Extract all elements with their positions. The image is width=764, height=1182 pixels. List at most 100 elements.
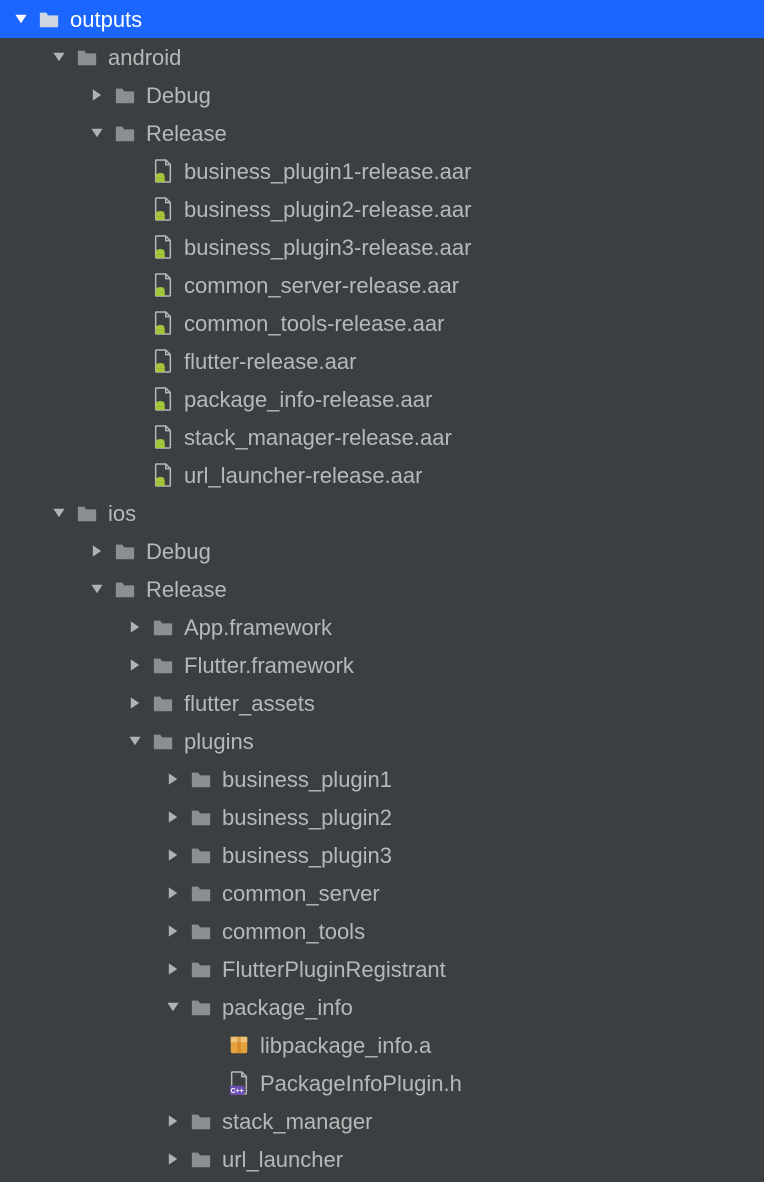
tree-row-stack-manager[interactable]: stack_manager (0, 1102, 764, 1140)
android-archive-icon (150, 424, 176, 450)
chevron-right-icon[interactable] (126, 656, 144, 674)
chevron-right-icon[interactable] (164, 960, 182, 978)
tree-row-flutterpluginregistrant[interactable]: FlutterPluginRegistrant (0, 950, 764, 988)
folder-icon (74, 500, 100, 526)
chevron-right-icon[interactable] (126, 694, 144, 712)
tree-row-business-plugin1-release-aar[interactable]: business_plugin1-release.aar (0, 152, 764, 190)
tree-row-common-server-release-aar[interactable]: common_server-release.aar (0, 266, 764, 304)
tree-row-flutter-framework[interactable]: Flutter.framework (0, 646, 764, 684)
tree-row-packageinfoplugin-h[interactable]: C++ PackageInfoPlugin.h (0, 1064, 764, 1102)
folder-icon (188, 766, 214, 792)
folder-icon (188, 880, 214, 906)
tree-node-label: business_plugin1 (222, 766, 392, 793)
android-archive-icon (150, 310, 176, 336)
tree-node-label: url_launcher-release.aar (184, 462, 422, 489)
chevron-right-icon[interactable] (164, 846, 182, 864)
android-archive-icon (150, 386, 176, 412)
tree-node-label: android (108, 44, 181, 71)
tree-row-debug[interactable]: Debug (0, 76, 764, 114)
folder-icon (188, 1108, 214, 1134)
tree-node-label: business_plugin2-release.aar (184, 196, 471, 223)
folder-icon (112, 120, 138, 146)
chevron-right-icon[interactable] (164, 808, 182, 826)
chevron-right-icon[interactable] (88, 86, 106, 104)
tree-row-url-launcher-release-aar[interactable]: url_launcher-release.aar (0, 456, 764, 494)
tree-node-label: Release (146, 576, 227, 603)
tree-node-label: flutter-release.aar (184, 348, 356, 375)
chevron-right-icon[interactable] (164, 1150, 182, 1168)
tree-row-package-info-release-aar[interactable]: package_info-release.aar (0, 380, 764, 418)
tree-row-business-plugin1[interactable]: business_plugin1 (0, 760, 764, 798)
tree-node-label: Debug (146, 82, 211, 109)
svg-text:C++: C++ (231, 1088, 244, 1095)
tree-node-label: business_plugin3-release.aar (184, 234, 471, 261)
chevron-down-icon[interactable] (88, 580, 106, 598)
tree-row-business-plugin2[interactable]: business_plugin2 (0, 798, 764, 836)
tree-node-label: stack_manager-release.aar (184, 424, 452, 451)
tree-node-label: plugins (184, 728, 254, 755)
tree-node-label: Debug (146, 538, 211, 565)
tree-row-common-tools-release-aar[interactable]: common_tools-release.aar (0, 304, 764, 342)
folder-icon (74, 44, 100, 70)
tree-row-flutter-assets[interactable]: flutter_assets (0, 684, 764, 722)
folder-icon (188, 994, 214, 1020)
tree-row-business-plugin3-release-aar[interactable]: business_plugin3-release.aar (0, 228, 764, 266)
tree-row-debug[interactable]: Debug (0, 532, 764, 570)
folder-icon (188, 804, 214, 830)
chevron-right-icon[interactable] (126, 618, 144, 636)
tree-node-label: outputs (70, 6, 142, 33)
tree-row-common-server[interactable]: common_server (0, 874, 764, 912)
folder-icon (188, 956, 214, 982)
tree-node-label: PackageInfoPlugin.h (260, 1070, 462, 1097)
chevron-down-icon[interactable] (12, 10, 30, 28)
tree-row-url-launcher[interactable]: url_launcher (0, 1140, 764, 1178)
tree-row-outputs[interactable]: outputs (0, 0, 764, 38)
tree-node-label: common_tools (222, 918, 365, 945)
tree-row-app-framework[interactable]: App.framework (0, 608, 764, 646)
chevron-down-icon[interactable] (50, 48, 68, 66)
tree-node-label: business_plugin3 (222, 842, 392, 869)
tree-node-label: App.framework (184, 614, 332, 641)
chevron-right-icon[interactable] (88, 542, 106, 560)
folder-icon (188, 1146, 214, 1172)
tree-node-label: package_info-release.aar (184, 386, 432, 413)
tree-row-business-plugin3[interactable]: business_plugin3 (0, 836, 764, 874)
chevron-right-icon[interactable] (164, 1112, 182, 1130)
chevron-down-icon[interactable] (88, 124, 106, 142)
tree-row-android[interactable]: android (0, 38, 764, 76)
tree-node-label: common_server-release.aar (184, 272, 459, 299)
folder-icon (150, 728, 176, 754)
tree-row-ios[interactable]: ios (0, 494, 764, 532)
chevron-down-icon[interactable] (50, 504, 68, 522)
tree-row-plugins[interactable]: plugins (0, 722, 764, 760)
tree-node-label: business_plugin1-release.aar (184, 158, 471, 185)
tree-row-libpackage-info-a[interactable]: libpackage_info.a (0, 1026, 764, 1064)
tree-row-stack-manager-release-aar[interactable]: stack_manager-release.aar (0, 418, 764, 456)
android-archive-icon (150, 272, 176, 298)
android-archive-icon (150, 196, 176, 222)
chevron-down-icon[interactable] (164, 998, 182, 1016)
tree-row-release[interactable]: Release (0, 570, 764, 608)
tree-node-label: url_launcher (222, 1146, 343, 1173)
tree-node-label: stack_manager (222, 1108, 372, 1135)
tree-node-label: Release (146, 120, 227, 147)
tree-node-label: libpackage_info.a (260, 1032, 431, 1059)
chevron-right-icon[interactable] (164, 922, 182, 940)
tree-row-common-tools[interactable]: common_tools (0, 912, 764, 950)
tree-node-label: business_plugin2 (222, 804, 392, 831)
tree-node-label: package_info (222, 994, 353, 1021)
chevron-right-icon[interactable] (164, 770, 182, 788)
android-archive-icon (150, 158, 176, 184)
chevron-down-icon[interactable] (126, 732, 144, 750)
tree-row-release[interactable]: Release (0, 114, 764, 152)
tree-row-business-plugin2-release-aar[interactable]: business_plugin2-release.aar (0, 190, 764, 228)
folder-icon (150, 614, 176, 640)
tree-row-flutter-release-aar[interactable]: flutter-release.aar (0, 342, 764, 380)
folder-icon (188, 918, 214, 944)
folder-icon (112, 538, 138, 564)
folder-icon (188, 842, 214, 868)
android-archive-icon (150, 462, 176, 488)
chevron-right-icon[interactable] (164, 884, 182, 902)
tree-row-package-info[interactable]: package_info (0, 988, 764, 1026)
tree-node-label: common_tools-release.aar (184, 310, 444, 337)
